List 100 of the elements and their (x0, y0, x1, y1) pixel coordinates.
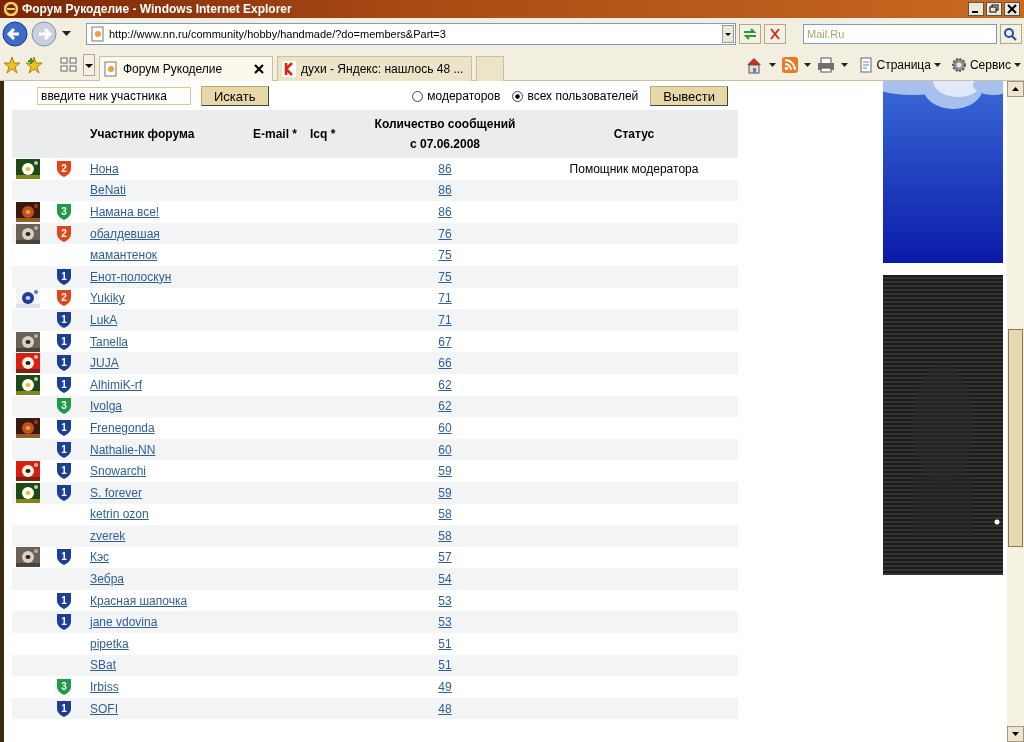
post-count-link[interactable]: 71 (438, 312, 452, 327)
column-header: Icq * (310, 127, 336, 141)
post-count-link[interactable]: 86 (438, 161, 452, 176)
radio-label[interactable]: всех пользователей (527, 89, 639, 103)
post-count-link[interactable]: 51 (438, 658, 452, 673)
radio-button[interactable] (412, 90, 424, 102)
star-icon[interactable] (3, 56, 21, 74)
page-icon (91, 26, 105, 42)
post-count-link[interactable]: 62 (438, 377, 452, 392)
member-link[interactable]: SBat (90, 658, 116, 673)
member-link[interactable]: Красная шапочка (90, 593, 188, 608)
rank-badge: 1 (56, 267, 74, 286)
post-count-link[interactable]: 86 (438, 205, 452, 219)
member-link[interactable]: Nathalie-NN (90, 442, 156, 457)
search-button[interactable]: Искать (201, 86, 269, 106)
post-count-link[interactable]: 48 (438, 701, 452, 716)
member-link[interactable]: Irbiss (90, 680, 119, 695)
rank-badge: 1 (56, 310, 74, 329)
member-link[interactable]: SOFI (90, 701, 118, 716)
member-link[interactable]: Нона (90, 161, 119, 176)
scroll-down-icon[interactable] (1007, 726, 1024, 742)
member-link[interactable]: Frenegonda (90, 420, 155, 435)
member-link[interactable]: Кэс (90, 550, 110, 565)
post-count-link[interactable]: 71 (438, 291, 452, 306)
caret-icon[interactable] (803, 62, 811, 68)
member-link[interactable]: Tanella (90, 334, 129, 349)
member-search-field[interactable]: введите ник участника (37, 87, 191, 105)
post-count-link[interactable]: 49 (438, 680, 452, 695)
refresh-icon[interactable] (739, 24, 761, 44)
post-count-link[interactable]: 67 (438, 334, 452, 349)
member-link[interactable]: LukA (90, 312, 118, 327)
close-icon[interactable] (1004, 2, 1020, 16)
rss-icon[interactable] (781, 57, 798, 73)
maximize-icon[interactable] (986, 2, 1002, 16)
post-count-link[interactable]: 53 (438, 615, 452, 630)
close-tab-icon[interactable] (254, 63, 264, 74)
post-count-link[interactable]: 60 (438, 442, 452, 457)
post-count-link[interactable]: 57 (438, 550, 452, 565)
address-field[interactable]: http://www.nn.ru/community/hobby/handmade/?do=members&Part=3 (86, 23, 736, 45)
search-icon[interactable] (1000, 24, 1022, 44)
dropdown-icon[interactable] (722, 25, 734, 43)
column-header: Статус (613, 127, 655, 141)
caret-icon (1014, 62, 1021, 68)
scrollbar[interactable] (1007, 81, 1024, 742)
rank-badge: 3 (56, 203, 74, 221)
post-count-link[interactable]: 86 (438, 183, 452, 198)
post-count-link[interactable]: 51 (438, 636, 452, 651)
member-link[interactable]: Енот-полоскун (90, 269, 172, 284)
post-count-link[interactable]: 53 (438, 593, 452, 608)
post-count-link[interactable]: 76 (438, 226, 452, 241)
back-icon[interactable] (2, 21, 28, 47)
post-count-link[interactable]: 75 (438, 248, 452, 263)
post-count-link[interactable]: 58 (438, 507, 452, 522)
member-link[interactable]: AlhimiK-rf (90, 377, 142, 392)
member-link[interactable]: обалдевшая (90, 226, 160, 241)
column-header: E-mail * (253, 127, 297, 141)
column-header: Количество сообщений с 07.06.2008 (373, 116, 517, 153)
print-icon[interactable] (816, 57, 835, 73)
post-count-link[interactable]: 62 (438, 399, 452, 414)
caret-icon (933, 62, 941, 68)
radio-button[interactable] (512, 90, 524, 102)
minimize-icon[interactable] (968, 2, 984, 16)
rank-badge: 1 (56, 440, 74, 459)
tab-list-caret-icon[interactable] (83, 54, 95, 76)
post-count-link[interactable]: 59 (438, 464, 452, 479)
member-link[interactable]: zverek (90, 528, 126, 543)
post-count-link[interactable]: 66 (438, 356, 452, 371)
member-link[interactable]: Yukiky (90, 291, 125, 306)
post-count-link[interactable]: 59 (438, 485, 452, 500)
member-link[interactable]: BeNati (90, 183, 127, 198)
caret-icon[interactable] (768, 62, 776, 68)
member-link[interactable]: Зебра (90, 572, 124, 587)
address-text: http://www.nn.ru/community/hobby/handmade/?do=members&Part=3 (109, 28, 447, 40)
scroll-up-icon[interactable] (1007, 81, 1024, 97)
member-link[interactable]: мамантенок (90, 248, 158, 263)
member-link[interactable]: JUJA (90, 356, 119, 371)
caret-icon[interactable] (840, 62, 848, 68)
command-menu[interactable]: Сервис (950, 57, 1021, 73)
radio-label[interactable]: модераторов (427, 89, 501, 103)
member-link[interactable]: ketrin ozon (90, 507, 149, 522)
window-title: Форум Рукоделие - Windows Internet Explorer (22, 2, 292, 16)
member-link[interactable]: Намана все! (90, 205, 160, 219)
stop-icon[interactable] (764, 24, 786, 44)
add-favorite-icon[interactable] (25, 56, 43, 74)
caret-icon[interactable] (62, 31, 71, 37)
member-link[interactable]: S. forever (90, 485, 143, 500)
gear-icon (950, 57, 967, 73)
command-menu[interactable]: Страница (859, 57, 941, 73)
member-link[interactable]: pipetka (90, 636, 129, 651)
browser-tab[interactable]: духи - Яндекс: нашлось 48 ... (277, 55, 473, 81)
search-field[interactable]: Mail.Ru (803, 24, 997, 44)
member-link[interactable]: Snowarchi (90, 464, 147, 479)
post-count-link[interactable]: 58 (438, 528, 452, 543)
member-link[interactable]: jane vdovina (90, 615, 158, 630)
post-count-link[interactable]: 75 (438, 269, 452, 284)
post-count-link[interactable]: 54 (438, 572, 452, 587)
member-link[interactable]: Ivolga (90, 399, 123, 414)
post-count-link[interactable]: 60 (438, 420, 452, 435)
show-button[interactable]: Вывести (650, 86, 728, 106)
browser-tab[interactable]: Форум Рукоделие (99, 55, 273, 81)
